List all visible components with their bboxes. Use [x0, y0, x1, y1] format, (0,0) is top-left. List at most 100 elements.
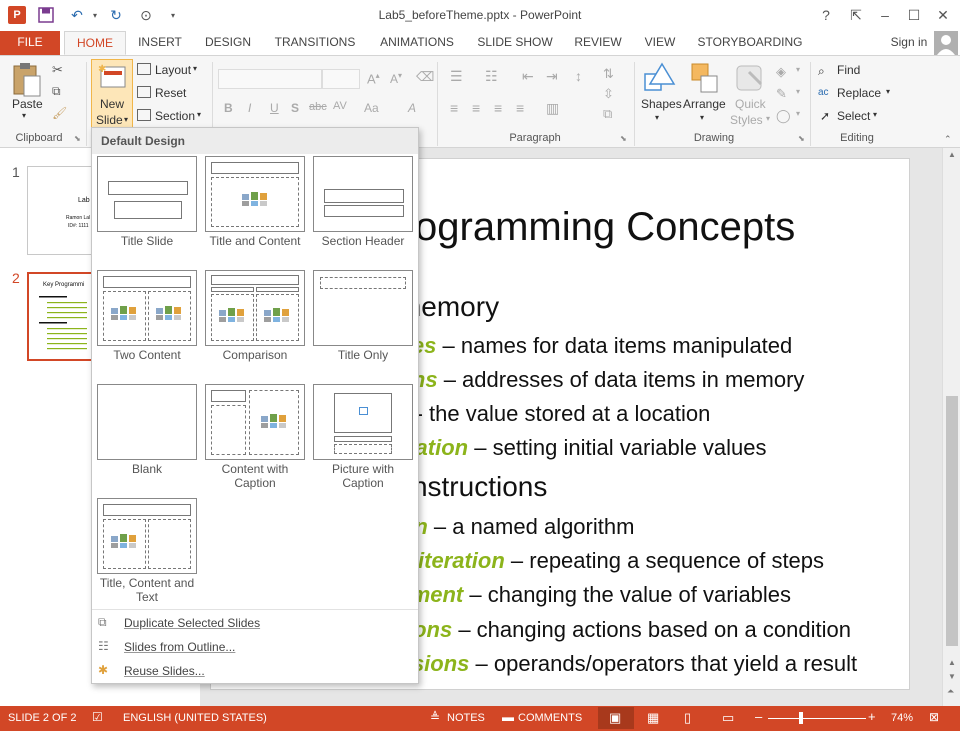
close-button[interactable]: ✕	[932, 4, 954, 26]
shapes-icon[interactable]	[642, 62, 676, 96]
shadow-icon[interactable]: S	[291, 101, 299, 115]
layout-title-and-content[interactable]: Title and Content	[205, 156, 305, 248]
tab-design[interactable]: DESIGN	[198, 31, 258, 55]
section-button[interactable]: Section	[155, 109, 195, 123]
shape-effects-dropdown-icon[interactable]: ▾	[796, 109, 800, 118]
align-text-icon[interactable]: ⇳	[603, 86, 614, 102]
replace-dropdown-icon[interactable]: ▾	[886, 87, 890, 96]
shape-outline-dropdown-icon[interactable]: ▾	[796, 87, 800, 96]
clipboard-launcher-icon[interactable]: ⬊	[74, 134, 81, 143]
slide-indicator[interactable]: SLIDE 2 OF 2	[8, 712, 76, 724]
tab-slide-show[interactable]: SLIDE SHOW	[472, 31, 558, 55]
zoom-level[interactable]: 74%	[891, 712, 913, 724]
normal-view-button[interactable]: ▣	[598, 707, 634, 729]
minimize-button[interactable]: –	[874, 4, 896, 26]
scroll-up-icon[interactable]: ▲	[948, 150, 956, 159]
replace-icon[interactable]: ac	[818, 87, 829, 98]
shape-outline-icon[interactable]: ✎	[776, 86, 787, 102]
maximize-button[interactable]: ☐	[903, 4, 925, 26]
cut-icon[interactable]: ✂	[52, 62, 63, 78]
zoom-in-button[interactable]: +	[868, 709, 876, 724]
quick-styles-icon[interactable]	[735, 62, 767, 94]
numbering-icon[interactable]: ☷	[485, 68, 498, 85]
quick-styles-label-1[interactable]: Quick	[735, 97, 766, 111]
scrollbar-thumb[interactable]	[946, 396, 958, 646]
duplicate-selected-slides-item[interactable]: ⧉ Duplicate Selected Slides	[96, 612, 414, 634]
strikethrough-icon[interactable]: abc	[309, 101, 327, 113]
find-button[interactable]: Find	[837, 63, 860, 77]
font-color-icon[interactable]: A	[408, 101, 416, 115]
justify-icon[interactable]: ≡	[516, 100, 524, 116]
layout-section-header[interactable]: Section Header	[313, 156, 413, 248]
slide-show-icon[interactable]: ▭	[722, 710, 734, 726]
section-dropdown-icon[interactable]: ▾	[197, 110, 201, 119]
decrease-indent-icon[interactable]: ⇤	[522, 68, 534, 85]
layout-title-content-and-text[interactable]: Title, Content and Text	[97, 498, 197, 604]
collapse-ribbon-icon[interactable]: ⌃	[944, 134, 952, 145]
decrease-font-size-icon[interactable]: A▾	[390, 71, 402, 86]
previous-slide-icon[interactable]: ⏶	[947, 686, 954, 697]
smartart-icon[interactable]: ⧉	[603, 106, 612, 122]
layout-blank[interactable]: Blank	[97, 384, 197, 476]
language-indicator[interactable]: ENGLISH (UNITED STATES)	[123, 712, 267, 724]
tab-insert[interactable]: INSERT	[130, 31, 190, 55]
italic-icon[interactable]: I	[248, 101, 251, 115]
shapes-dropdown-icon[interactable]: ▾	[655, 113, 659, 122]
increase-indent-icon[interactable]: ⇥	[546, 68, 558, 85]
zoom-out-button[interactable]: –	[755, 709, 762, 724]
clear-formatting-icon[interactable]: ⌫	[416, 69, 434, 85]
change-case-icon[interactable]: Aa	[364, 101, 379, 115]
layout-picture-with-caption[interactable]: Picture with Caption	[313, 384, 413, 490]
tab-file[interactable]: FILE	[0, 31, 60, 55]
tab-storyboarding[interactable]: STORYBOARDING	[694, 31, 806, 55]
underline-icon[interactable]: U	[270, 101, 279, 115]
zoom-slider[interactable]	[768, 718, 866, 719]
scroll-up-icon[interactable]: ▲	[948, 658, 956, 667]
paste-icon[interactable]	[10, 62, 44, 98]
layout-two-content[interactable]: Two Content	[97, 270, 197, 362]
layout-title-slide[interactable]: Title Slide	[97, 156, 197, 248]
columns-icon[interactable]: ▥	[546, 100, 559, 117]
slide-sorter-icon[interactable]: ▦	[647, 710, 659, 726]
paste-button[interactable]: Paste	[12, 97, 43, 111]
format-painter-icon[interactable]: 🖌	[52, 106, 67, 120]
notes-icon[interactable]: ≜	[430, 710, 440, 724]
reset-button[interactable]: Reset	[155, 86, 186, 100]
ribbon-display-options-icon[interactable]: ⇱	[845, 4, 867, 26]
tab-review[interactable]: REVIEW	[568, 31, 628, 55]
shape-fill-dropdown-icon[interactable]: ▾	[796, 65, 800, 74]
align-right-icon[interactable]: ≡	[494, 100, 502, 116]
sign-in-link[interactable]: Sign in	[884, 31, 934, 55]
select-dropdown-icon[interactable]: ▾	[873, 110, 877, 119]
scroll-down-icon[interactable]: ▼	[948, 672, 956, 681]
arrange-button[interactable]: Arrange	[683, 97, 726, 111]
shapes-button[interactable]: Shapes	[641, 97, 682, 111]
align-left-icon[interactable]: ≡	[450, 100, 458, 116]
shape-effects-icon[interactable]: ◯	[776, 108, 791, 124]
layout-dropdown-icon[interactable]: ▾	[193, 64, 197, 73]
tab-animations[interactable]: ANIMATIONS	[372, 31, 462, 55]
text-direction-icon[interactable]: ⇅	[603, 66, 614, 82]
copy-icon[interactable]: ⧉	[52, 84, 61, 99]
find-icon[interactable]: ⌕	[818, 64, 825, 79]
quick-styles-dropdown-icon[interactable]: ▾	[766, 114, 770, 123]
help-button[interactable]: ?	[815, 4, 837, 26]
fit-to-window-icon[interactable]: ⊠	[929, 710, 939, 724]
arrange-icon[interactable]	[690, 62, 720, 96]
tab-transitions[interactable]: TRANSITIONS	[268, 31, 362, 55]
reuse-slides-item[interactable]: ✱ Reuse Slides...	[96, 660, 414, 682]
drawing-launcher-icon[interactable]: ⬊	[798, 134, 805, 143]
shape-fill-icon[interactable]: ◈	[776, 64, 786, 80]
replace-button[interactable]: Replace	[837, 86, 881, 100]
reading-view-icon[interactable]: ▯	[684, 710, 691, 726]
spelling-check-icon[interactable]: ☑	[92, 710, 103, 724]
increase-font-size-icon[interactable]: A▴	[367, 71, 380, 86]
arrange-dropdown-icon[interactable]: ▾	[700, 113, 704, 122]
slides-from-outline-item[interactable]: ☷ Slides from Outline...	[96, 636, 414, 658]
font-size-combobox[interactable]	[322, 69, 360, 89]
layout-comparison[interactable]: Comparison	[205, 270, 305, 362]
layout-title-only[interactable]: Title Only	[313, 270, 413, 362]
tab-home[interactable]: HOME	[64, 31, 126, 55]
avatar[interactable]	[934, 31, 958, 55]
bold-icon[interactable]: B	[224, 101, 233, 115]
